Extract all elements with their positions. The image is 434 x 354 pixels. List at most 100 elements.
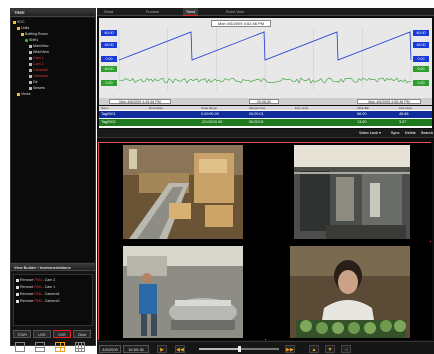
video-tile-4[interactable] [266, 242, 432, 340]
folder-icon [13, 20, 16, 24]
status-green-icon [25, 38, 28, 42]
trend-end-time[interactable]: Mon 4/6/2009 4:55:36 PM [357, 99, 421, 104]
trend-start-time[interactable]: Mon 4/6/2009 4:49:36 PM [109, 99, 171, 104]
right-axis-label: 45.00 [413, 42, 429, 48]
quad-layout-icon[interactable] [55, 342, 65, 352]
playback-bar: 4/8/2009 16:55:36 ▶ ◀◀ ▶▶ ▲ ▼ ⇥ [97, 341, 434, 354]
checkbox[interactable] [16, 278, 19, 282]
tab-detail[interactable]: Detail [101, 8, 116, 16]
play-icon[interactable]: ▶ [157, 345, 167, 353]
right-axis-label: 60.00 [413, 30, 429, 36]
tree-node-mainview[interactable]: MainView [29, 44, 49, 49]
video-lock-dropdown[interactable]: Video Lock ▾ [359, 129, 381, 138]
tab-trend[interactable]: Trend [183, 8, 199, 16]
right-panel: Detail Process Trend Event View Mon 4/6/… [97, 8, 434, 354]
trend-time-span[interactable]: 00:06:00 [249, 99, 279, 104]
app-window: TREE VCC Units Bottling Room Shift1 Main… [0, 0, 434, 354]
right-axis-label: 0.00 [413, 56, 429, 62]
tree-node-shift1[interactable]: Shift1 [25, 38, 38, 43]
table-cell: 0.00/90.00 [201, 112, 219, 116]
tree-node-views[interactable]: Views [17, 92, 31, 97]
left-panel: TREE VCC Units Bottling Room Shift1 Main… [10, 8, 96, 352]
table-row[interactable]: Tag0001 0.00/90.00 00:00:01 58.00 46.88 [99, 111, 432, 118]
tour-button[interactable]: TOUR [13, 330, 31, 338]
camera-icon [29, 68, 32, 72]
table-row[interactable]: Tag0002 -20.00/10.00 00:00:01 13.00 3.97 [99, 119, 432, 126]
sync-button[interactable]: Sync [391, 129, 400, 138]
column-header[interactable]: Last Value [399, 106, 412, 110]
video-tile-1[interactable] [99, 143, 265, 241]
playback-slider[interactable] [199, 346, 279, 352]
view-builder-title: View Builder / Instrumentations [11, 263, 95, 271]
column-header[interactable]: Sample Freq [249, 106, 265, 110]
camera-icon [29, 44, 32, 48]
column-header[interactable]: Name [101, 106, 108, 110]
checkbox[interactable] [16, 299, 19, 303]
delete-button[interactable]: Delete [405, 129, 416, 138]
camera-icon [29, 56, 32, 60]
folder-icon [21, 32, 24, 36]
tree-node-camera4[interactable]: Camera4 [29, 74, 48, 79]
device-tree[interactable]: VCC Units Bottling Room Shift1 MainView … [11, 18, 95, 262]
table-cell: -20.00/10.00 [201, 120, 223, 124]
rewind-icon[interactable]: ◀◀ [175, 345, 185, 353]
right-axis-label: 6.00 [413, 66, 429, 72]
checkbox[interactable] [16, 285, 19, 289]
tree-node-cam2[interactable]: Cam 2 [29, 62, 44, 67]
clear-button[interactable]: Clear [73, 330, 91, 338]
tree-node-dir[interactable]: Dir [29, 80, 38, 85]
video-tile-3[interactable] [99, 242, 265, 340]
tab-event-view[interactable]: Event View [223, 8, 247, 16]
table-cell: 3.97 [399, 120, 407, 124]
camera-feed-warehouse [123, 145, 243, 239]
single-layout-icon[interactable] [15, 342, 25, 352]
camera-icon [29, 80, 32, 84]
tree-node-bottling-room[interactable]: Bottling Room [21, 32, 48, 37]
tree-node-cam1[interactable]: Cam 1 [29, 56, 44, 61]
fast-forward-icon[interactable]: ▶▶ [285, 345, 295, 353]
tree-node-sewers[interactable]: Sewers [29, 86, 45, 91]
tab-process[interactable]: Process [143, 8, 162, 16]
tree-node-camera3[interactable]: Camera3 [29, 68, 48, 73]
live-button[interactable]: LIVE [33, 330, 51, 338]
view-item[interactable]: Remove PAN - Camera3 [16, 298, 60, 304]
column-header[interactable]: Scale Range [201, 106, 217, 110]
search-button[interactable]: Search [421, 129, 433, 138]
video-toolbar: Video Lock ▾ Sync Delete Search [97, 129, 434, 138]
left-axis-label: 0.00 [101, 80, 117, 86]
trend-timestamp: Mon 4/6/2009 4:52:46 PM [211, 20, 272, 27]
camera-icon [29, 62, 32, 66]
table-cell: Tag0001 [101, 112, 116, 116]
table-cell: 46.88 [399, 112, 409, 116]
step-down-icon[interactable]: ▼ [325, 345, 335, 353]
dual-layout-icon[interactable] [35, 342, 45, 352]
folder-icon [17, 92, 20, 96]
table-cell: 13.00 [357, 120, 367, 124]
layout-selector [11, 340, 95, 354]
tree-node-wideview[interactable]: WideView [29, 50, 49, 55]
tag-table: Name Description Scale Range Sample Freq… [99, 106, 432, 128]
checkbox[interactable] [16, 292, 19, 296]
dvr-button[interactable]: DVR [53, 330, 71, 338]
view-item[interactable]: Remove PAN - Camera4 [16, 291, 60, 297]
camera-icon [29, 50, 32, 54]
right-axis-label: 0.00 [413, 80, 429, 86]
playback-progress [199, 348, 239, 350]
column-header[interactable]: Eng. Units [295, 106, 308, 110]
playback-time[interactable]: 16:55:36 [123, 345, 149, 353]
table-cell: 58.00 [357, 112, 367, 116]
playback-slider-thumb[interactable] [237, 346, 241, 352]
left-axis-label: 0.00 [101, 56, 117, 62]
video-tile-2[interactable] [266, 143, 432, 241]
step-up-icon[interactable]: ▲ [309, 345, 319, 353]
playback-date[interactable]: 4/8/2009 [99, 345, 121, 353]
grid9-layout-icon[interactable] [75, 342, 85, 352]
column-header[interactable]: Description [149, 106, 163, 110]
export-icon[interactable]: ⇥ [341, 345, 351, 353]
view-item[interactable]: Remove PAN - Cam 2 [16, 277, 55, 283]
view-item[interactable]: Remove PAN - Cam 1 [16, 284, 55, 290]
column-header[interactable]: Value Bar [357, 106, 369, 110]
trend-chart[interactable]: Mon 4/6/2009 4:52:46 PM 60.00 45.00 0.00… [99, 18, 432, 98]
tree-node-units[interactable]: Units [17, 26, 29, 31]
tree-node-vcc[interactable]: VCC [13, 20, 25, 25]
